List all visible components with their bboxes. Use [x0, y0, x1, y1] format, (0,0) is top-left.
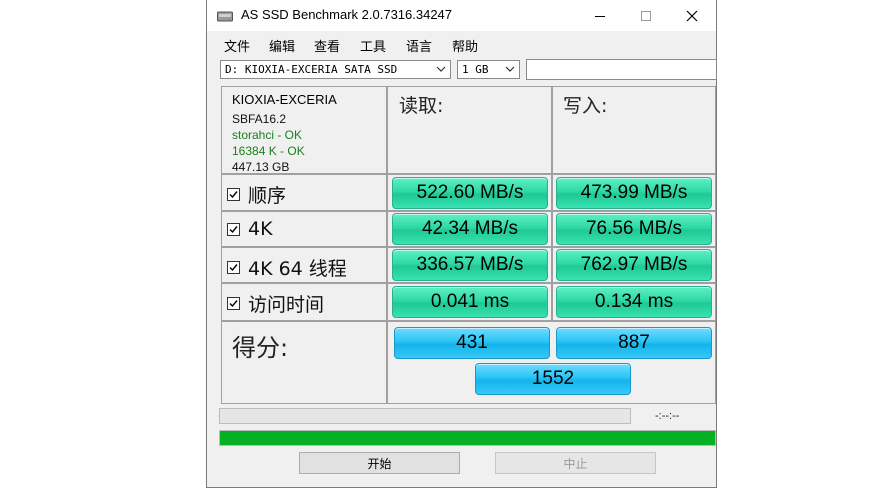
drive-select-value: D: KIOXIA-EXCERIA SATA SSD [225, 63, 398, 76]
check-icon [229, 264, 238, 272]
check-icon [229, 225, 238, 233]
menu-bar: 文件 编辑 查看 工具 语言 帮助 [207, 33, 716, 55]
row-seq-read-cell: 522.60 MB/s [387, 174, 552, 211]
drive-select[interactable]: D: KIOXIA-EXCERIA SATA SSD [220, 60, 451, 79]
chevron-down-icon [436, 66, 446, 72]
close-button[interactable] [669, 0, 715, 31]
menu-edit[interactable]: 编辑 [269, 36, 295, 55]
alignment-status: 16384 K - OK [232, 144, 305, 158]
row-seq-label[interactable]: 顺序 [227, 181, 286, 208]
test-size-value: 1 GB [462, 63, 489, 76]
score-label: 得分: [232, 334, 289, 362]
check-icon [229, 300, 238, 308]
drive-firmware: SBFA16.2 [232, 112, 287, 126]
row-seq-label-cell: 顺序 [221, 174, 387, 211]
read-header: 读取: [399, 95, 444, 117]
title-bar: AS SSD Benchmark 2.0.7316.34247 [207, 0, 716, 31]
seq-read-result: 522.60 MB/s [392, 177, 548, 209]
test-progress-bar [219, 408, 631, 424]
elapsed-time: -:--:-- [655, 410, 680, 422]
window-title: AS SSD Benchmark 2.0.7316.34247 [241, 7, 453, 22]
row-4k-text: 4K [248, 218, 273, 240]
drive-info-panel: KIOXIA-EXCERIA SBFA16.2 storahci - OK 16… [221, 86, 387, 174]
checkbox-seq[interactable] [227, 188, 240, 201]
app-drive-icon [217, 11, 233, 22]
write-score: 887 [556, 327, 712, 359]
read-header-cell: 读取: [387, 86, 552, 174]
menu-file[interactable]: 文件 [224, 36, 250, 55]
menu-language[interactable]: 语言 [406, 36, 432, 55]
row-4k-read-cell: 42.34 MB/s [387, 211, 552, 247]
row-access-write-cell: 0.134 ms [552, 283, 716, 321]
total-score: 1552 [475, 363, 631, 395]
row-4k64-text: 4K 64 线程 [248, 258, 347, 280]
checkbox-4k64[interactable] [227, 261, 240, 274]
row-4k64-label-cell: 4K 64 线程 [221, 247, 387, 283]
test-size-select[interactable]: 1 GB [457, 60, 520, 79]
overall-progress-fill [220, 431, 715, 445]
drive-capacity: 447.13 GB [232, 160, 290, 174]
row-4k64-write-cell: 762.97 MB/s [552, 247, 716, 283]
row-4k-label-cell: 4K [221, 211, 387, 247]
row-access-label[interactable]: 访问时间 [227, 290, 324, 317]
drive-name: KIOXIA-EXCERIA [232, 92, 337, 107]
overall-progress-bar [219, 430, 716, 446]
minimize-button[interactable] [577, 0, 623, 31]
close-icon [686, 10, 698, 21]
4k64-read-result: 336.57 MB/s [392, 249, 548, 281]
seq-write-result: 473.99 MB/s [556, 177, 712, 209]
menu-help[interactable]: 帮助 [452, 36, 478, 55]
app-window: AS SSD Benchmark 2.0.7316.34247 文件 编辑 查看… [206, 0, 717, 488]
checkbox-4k[interactable] [227, 222, 240, 236]
row-4k-write-cell: 76.56 MB/s [552, 211, 716, 247]
minimize-icon [595, 15, 605, 17]
row-4k-label[interactable]: 4K [227, 218, 273, 240]
4k-write-result: 76.56 MB/s [556, 213, 712, 245]
4k64-write-result: 762.97 MB/s [556, 249, 712, 281]
row-4k64-label[interactable]: 4K 64 线程 [227, 254, 347, 281]
chevron-down-icon [505, 66, 515, 72]
extra-input[interactable] [526, 59, 717, 80]
access-write-result: 0.134 ms [556, 286, 712, 318]
checkbox-access[interactable] [227, 297, 240, 310]
row-access-read-cell: 0.041 ms [387, 283, 552, 321]
check-icon [229, 191, 238, 199]
menu-tools[interactable]: 工具 [360, 36, 386, 55]
driver-status: storahci - OK [232, 128, 303, 142]
write-header-cell: 写入: [552, 86, 716, 174]
access-read-result: 0.041 ms [392, 286, 548, 318]
score-label-cell: 得分: [221, 321, 387, 404]
stop-button[interactable]: 中止 [495, 452, 656, 474]
results-grid: KIOXIA-EXCERIA SBFA16.2 storahci - OK 16… [221, 86, 716, 404]
row-4k64-read-cell: 336.57 MB/s [387, 247, 552, 283]
row-seq-text: 顺序 [248, 185, 287, 207]
maximize-icon [641, 10, 651, 21]
start-button[interactable]: 开始 [299, 452, 460, 474]
row-access-label-cell: 访问时间 [221, 283, 387, 321]
write-header: 写入: [563, 95, 608, 117]
row-seq-write-cell: 473.99 MB/s [552, 174, 716, 211]
score-values-cell: 431 887 1552 [387, 321, 716, 404]
maximize-button[interactable] [623, 0, 669, 31]
read-score: 431 [394, 327, 550, 359]
row-access-text: 访问时间 [248, 294, 325, 316]
4k-read-result: 42.34 MB/s [392, 213, 548, 245]
menu-view[interactable]: 查看 [314, 36, 340, 55]
